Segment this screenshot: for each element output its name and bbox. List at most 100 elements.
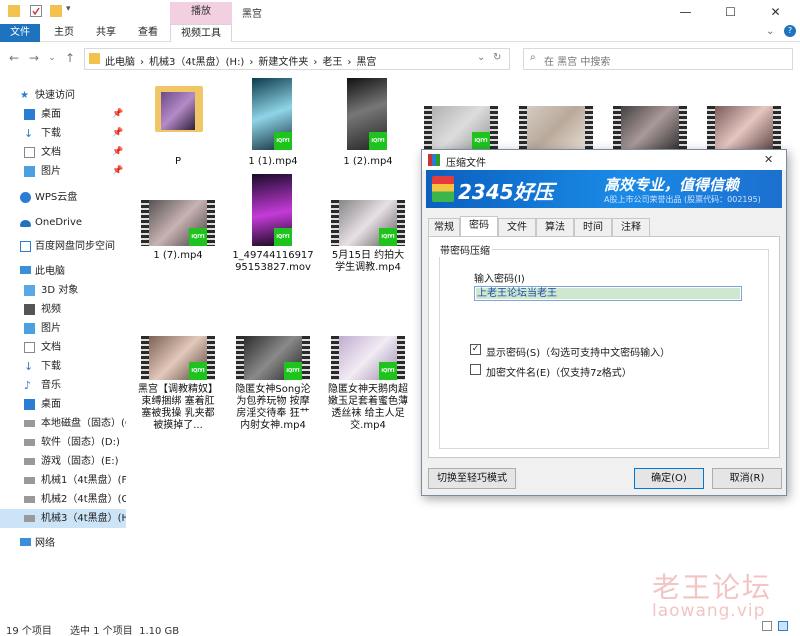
- video-file-item[interactable]: [613, 106, 691, 150]
- details-view-icon[interactable]: [762, 621, 772, 631]
- new-folder-icon[interactable]: [50, 5, 62, 17]
- sidebar-item-documents[interactable]: 文档 📌: [0, 143, 126, 162]
- recent-dropdown-icon[interactable]: ⌄: [44, 50, 60, 66]
- tab-share[interactable]: 共享: [90, 24, 122, 42]
- sidebar-item-drive-d[interactable]: 软件（固态）(D:): [0, 433, 126, 452]
- pin-icon[interactable]: 📌: [112, 143, 123, 162]
- minimize-button[interactable]: —: [663, 0, 708, 24]
- drive-icon: [24, 515, 35, 522]
- close-button[interactable]: ✕: [753, 0, 798, 24]
- group-label: 带密码压缩: [438, 242, 492, 257]
- tab-time[interactable]: 时间: [574, 218, 612, 237]
- ribbon-expand-icon[interactable]: ⌄: [766, 26, 774, 37]
- video-file-item[interactable]: iQIYI 1 (1).mp4: [232, 78, 314, 176]
- sidebar-item-drive-f[interactable]: 机械1（4t黑盘）(F: [0, 471, 126, 490]
- sidebar-item-drive-e[interactable]: 游戏（固态）(E:): [0, 452, 126, 471]
- pin-icon[interactable]: 📌: [112, 162, 123, 181]
- tab-video-tools[interactable]: 视频工具: [170, 24, 232, 42]
- sidebar-item-pictures[interactable]: 图片 📌: [0, 162, 126, 181]
- tab-general[interactable]: 常规: [428, 218, 460, 237]
- sidebar-item-drive-c[interactable]: 本地磁盘（固态）(C: [0, 414, 126, 433]
- cancel-button[interactable]: 取消(R): [712, 468, 782, 489]
- video-thumbnail: iQIYI: [331, 200, 405, 246]
- show-password-label[interactable]: 显示密码(S)（勾选可支持中文密码输入）: [486, 344, 670, 359]
- password-group: 带密码压缩 输入密码(I) 上老王论坛当老王 ✓ 显示密码(S)（勾选可支持中文…: [438, 242, 769, 449]
- video-file-item[interactable]: iQIYI 1 (2).mp4: [327, 78, 409, 176]
- ok-button[interactable]: 确定(O): [634, 468, 704, 489]
- folder-icon: [8, 5, 20, 17]
- tab-view[interactable]: 查看: [132, 24, 164, 42]
- video-file-item[interactable]: [707, 106, 785, 150]
- breadcrumb-separator[interactable]: ›: [249, 57, 253, 68]
- encrypt-filenames-checkbox[interactable]: [470, 364, 481, 375]
- tab-file[interactable]: 文件: [0, 24, 40, 42]
- search-input[interactable]: ⌕ 在 黑宫 中搜索: [523, 48, 793, 70]
- haozip-logo-icon: [432, 176, 454, 202]
- quick-access-dropdown-icon[interactable]: ▾: [66, 4, 71, 14]
- video-file-item[interactable]: iQIYI: [424, 106, 502, 150]
- breadcrumb-separator[interactable]: ›: [140, 57, 144, 68]
- breadcrumb-separator[interactable]: ›: [347, 57, 351, 68]
- video-file-item[interactable]: [519, 106, 597, 150]
- tab-password[interactable]: 密码: [460, 216, 498, 237]
- address-dropdown-icon[interactable]: ⌄: [477, 52, 485, 63]
- tab-files[interactable]: 文件: [498, 218, 536, 237]
- pin-icon[interactable]: 📌: [112, 124, 123, 143]
- sidebar-item-documents-pc[interactable]: 文档: [0, 338, 126, 357]
- tab-comment[interactable]: 注释: [612, 218, 650, 237]
- refresh-icon[interactable]: ↻: [493, 52, 501, 63]
- properties-icon[interactable]: [30, 5, 42, 17]
- maximize-button[interactable]: ☐: [708, 0, 753, 24]
- sidebar-item-baidu-sync[interactable]: 百度网盘同步空间: [0, 237, 126, 256]
- sidebar-item-desktop[interactable]: 桌面 📌: [0, 105, 126, 124]
- sidebar-item-3d-objects[interactable]: 3D 对象: [0, 281, 126, 300]
- encrypt-filenames-label[interactable]: 加密文件名(E)（仅支持7z格式）: [486, 364, 632, 379]
- large-icons-view-icon[interactable]: [778, 621, 788, 631]
- help-icon[interactable]: ?: [784, 25, 796, 37]
- sidebar-item-onedrive[interactable]: OneDrive: [0, 213, 126, 232]
- breadcrumb-separator[interactable]: ›: [313, 57, 317, 68]
- sidebar-item-downloads-pc[interactable]: ↓ 下载: [0, 357, 126, 376]
- breadcrumb-heigong[interactable]: 黑宫: [356, 57, 376, 68]
- sidebar-item-quick-access[interactable]: ★ 快速访问: [0, 86, 126, 105]
- video-file-item[interactable]: iQIYI 5月15日 约拍大学生调教.mp4: [327, 200, 409, 284]
- password-input[interactable]: 上老王论坛当老王: [474, 286, 742, 301]
- sidebar-item-pictures-pc[interactable]: 图片: [0, 319, 126, 338]
- sidebar-item-desktop-pc[interactable]: 桌面: [0, 395, 126, 414]
- breadcrumb-laowang[interactable]: 老王: [322, 57, 342, 68]
- up-arrow-icon[interactable]: ↑: [62, 50, 78, 66]
- video-file-item[interactable]: iQIYI 隐匿女神Song沦为包养玩物 按摩房淫交待奉 狂艹内射女神.mp4: [232, 336, 314, 436]
- forward-arrow-icon[interactable]: →: [26, 50, 42, 66]
- breadcrumb-new-folder[interactable]: 新建文件夹: [258, 57, 308, 68]
- video-file-item[interactable]: iQIYI 隐匿女神天鹅肉超嫩玉足套着蜜色薄透丝袜 给主人足交.mp4: [327, 336, 409, 436]
- video-file-item[interactable]: iQIYI 1_4974411691795153827.mov: [232, 174, 314, 284]
- tab-algorithm[interactable]: 算法: [536, 218, 574, 237]
- film-strip-right: [490, 106, 498, 150]
- selection-info: 选中 1 个项目 1.10 GB: [70, 626, 180, 636]
- sidebar-item-wps-cloud[interactable]: WPS云盘: [0, 188, 126, 207]
- sidebar-item-videos[interactable]: 视频: [0, 300, 126, 319]
- folder-item[interactable]: P: [137, 78, 219, 176]
- switch-lite-mode-button[interactable]: 切换至轻巧模式: [428, 468, 516, 489]
- dialog-close-button[interactable]: ✕: [764, 153, 773, 166]
- sidebar-item-network[interactable]: 网络: [0, 534, 126, 553]
- back-arrow-icon[interactable]: ←: [6, 50, 22, 66]
- video-file-item[interactable]: iQIYI 黑宫【调教精奴】束缚捆绑 塞着肛塞被我操 乳夹都被摸掉了...: [137, 336, 219, 436]
- dialog-title-bar[interactable]: 压缩文件 ✕: [422, 150, 786, 170]
- sidebar-item-drive-g[interactable]: 机械2（4t黑盘）(G: [0, 490, 126, 509]
- file-name: 5月15日 约拍大学生调教.mp4: [331, 250, 405, 273]
- video-thumbnail: iQIYI: [252, 78, 292, 150]
- tab-home[interactable]: 主页: [48, 24, 80, 42]
- sidebar-item-downloads[interactable]: ↓ 下载 📌: [0, 124, 126, 143]
- breadcrumb-drive-h[interactable]: 机械3（4t黑盘）(H:): [149, 57, 244, 68]
- film-strip-left: [613, 106, 621, 150]
- pin-icon[interactable]: 📌: [112, 105, 123, 124]
- breadcrumb-this-pc[interactable]: 此电脑: [105, 57, 135, 68]
- sidebar-item-music[interactable]: ♪ 音乐: [0, 376, 126, 395]
- video-file-item[interactable]: iQIYI 1 (7).mp4: [137, 200, 219, 270]
- play-context-tab[interactable]: 播放: [170, 2, 232, 24]
- sidebar-item-this-pc[interactable]: 此电脑: [0, 262, 126, 281]
- show-password-checkbox[interactable]: ✓: [470, 344, 481, 355]
- address-bar[interactable]: 此电脑 › 机械3（4t黑盘）(H:) › 新建文件夹 › 老王 › 黑宫 ⌄ ↻: [84, 48, 510, 70]
- sidebar-item-drive-h[interactable]: 机械3（4t黑盘）(H: [0, 509, 126, 528]
